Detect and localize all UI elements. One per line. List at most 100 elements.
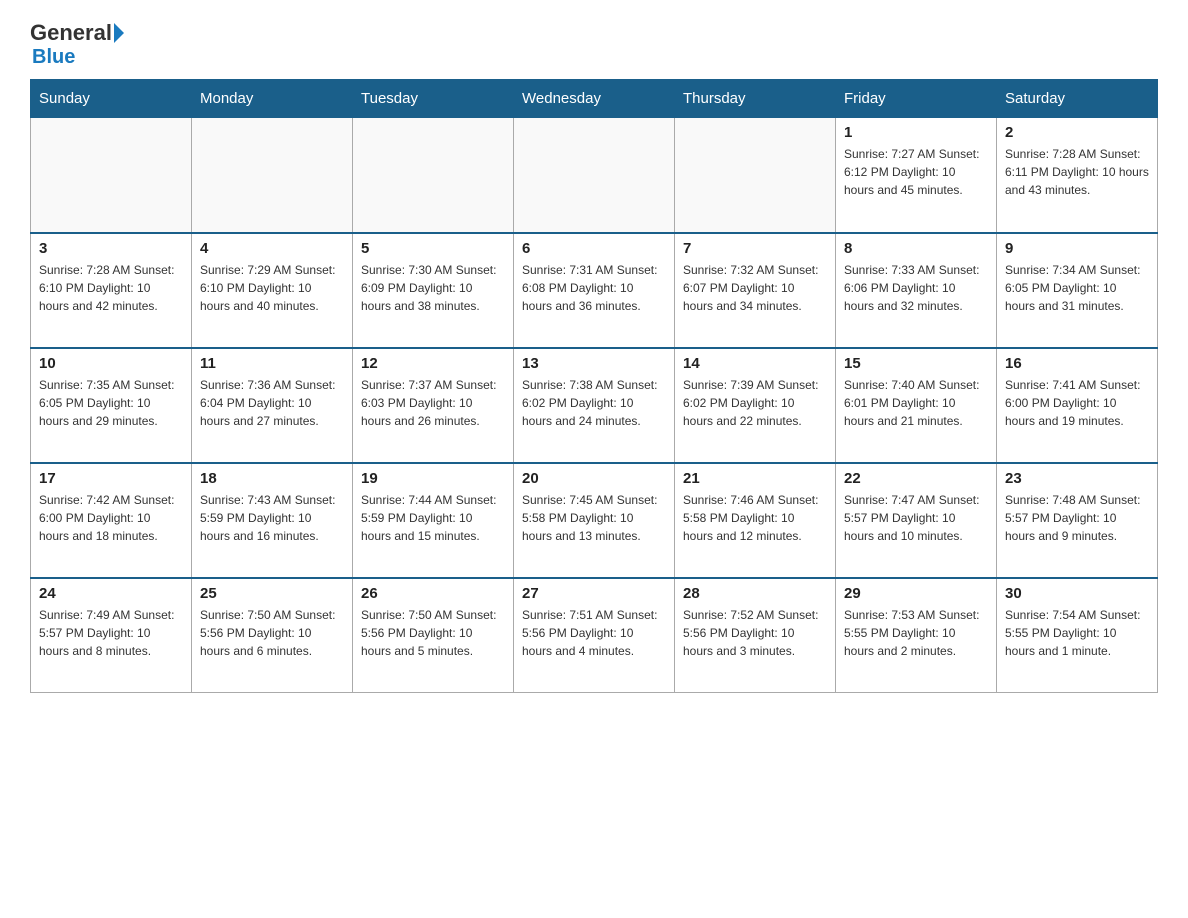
day-number: 16 — [1005, 355, 1149, 372]
day-info: Sunrise: 7:47 AM Sunset: 5:57 PM Dayligh… — [844, 491, 988, 545]
calendar-cell: 25 Sunrise: 7:50 AM Sunset: 5:56 PM Dayli… — [192, 578, 353, 693]
calendar-cell: 26Sunrise: 7:50 AM Sunset: 5:56 PM Dayli… — [353, 578, 514, 693]
calendar-cell: 22 Sunrise: 7:47 AM Sunset: 5:57 PM Dayli… — [836, 463, 997, 578]
day-info: Sunrise: 7:43 AM Sunset: 5:59 PM Dayligh… — [200, 491, 344, 545]
calendar-cell: 10 Sunrise: 7:35 AM Sunset: 6:05 PM Dayli… — [31, 348, 192, 463]
calendar-week-row: 17Sunrise: 7:42 AM Sunset: 6:00 PM Dayli… — [31, 463, 1158, 578]
calendar-cell: 29 Sunrise: 7:53 AM Sunset: 5:55 PM Dayli… — [836, 578, 997, 693]
calendar-cell: 27Sunrise: 7:51 AM Sunset: 5:56 PM Dayli… — [514, 578, 675, 693]
page-header: General Blue — [30, 20, 1158, 69]
logo-general: General — [30, 20, 112, 46]
logo-blue: Blue — [32, 46, 75, 69]
day-number: 28 — [683, 585, 827, 602]
calendar-cell: 2 Sunrise: 7:28 AM Sunset: 6:11 PM Daylig… — [997, 118, 1158, 233]
calendar-cell: 17Sunrise: 7:42 AM Sunset: 6:00 PM Dayli… — [31, 463, 192, 578]
calendar-cell: 11 Sunrise: 7:36 AM Sunset: 6:04 PM Dayli… — [192, 348, 353, 463]
day-info: Sunrise: 7:45 AM Sunset: 5:58 PM Dayligh… — [522, 491, 666, 545]
calendar-week-row: 10 Sunrise: 7:35 AM Sunset: 6:05 PM Dayli… — [31, 348, 1158, 463]
day-number: 4 — [200, 240, 344, 257]
day-number: 9 — [1005, 240, 1149, 257]
day-number: 8 — [844, 240, 988, 257]
calendar-cell: 5 Sunrise: 7:30 AM Sunset: 6:09 PM Daylig… — [353, 233, 514, 348]
day-number: 15 — [844, 355, 988, 372]
calendar-cell: 7 Sunrise: 7:32 AM Sunset: 6:07 PM Daylig… — [675, 233, 836, 348]
day-number: 14 — [683, 355, 827, 372]
day-info: Sunrise: 7:49 AM Sunset: 5:57 PM Dayligh… — [39, 606, 183, 660]
day-info: Sunrise: 7:39 AM Sunset: 6:02 PM Dayligh… — [683, 376, 827, 430]
calendar-cell: 1Sunrise: 7:27 AM Sunset: 6:12 PM Daylig… — [836, 118, 997, 233]
day-number: 3 — [39, 240, 183, 257]
calendar-cell: 13 Sunrise: 7:38 AM Sunset: 6:02 PM Dayli… — [514, 348, 675, 463]
day-number: 13 — [522, 355, 666, 372]
weekday-header-monday: Monday — [192, 80, 353, 118]
day-number: 10 — [39, 355, 183, 372]
calendar-week-row: 3 Sunrise: 7:28 AM Sunset: 6:10 PM Daylig… — [31, 233, 1158, 348]
day-info: Sunrise: 7:48 AM Sunset: 5:57 PM Dayligh… — [1005, 491, 1149, 545]
day-info: Sunrise: 7:54 AM Sunset: 5:55 PM Dayligh… — [1005, 606, 1149, 660]
calendar-cell: 12Sunrise: 7:37 AM Sunset: 6:03 PM Dayli… — [353, 348, 514, 463]
calendar-cell: 23 Sunrise: 7:48 AM Sunset: 5:57 PM Dayli… — [997, 463, 1158, 578]
day-number: 24 — [39, 585, 183, 602]
day-info: Sunrise: 7:46 AM Sunset: 5:58 PM Dayligh… — [683, 491, 827, 545]
calendar-cell: 3 Sunrise: 7:28 AM Sunset: 6:10 PM Daylig… — [31, 233, 192, 348]
calendar-cell: 24 Sunrise: 7:49 AM Sunset: 5:57 PM Dayli… — [31, 578, 192, 693]
day-info: Sunrise: 7:29 AM Sunset: 6:10 PM Dayligh… — [200, 261, 344, 315]
day-number: 21 — [683, 470, 827, 487]
day-info: Sunrise: 7:30 AM Sunset: 6:09 PM Dayligh… — [361, 261, 505, 315]
day-number: 12 — [361, 355, 505, 372]
calendar-cell: 28 Sunrise: 7:52 AM Sunset: 5:56 PM Dayli… — [675, 578, 836, 693]
weekday-header-sunday: Sunday — [31, 80, 192, 118]
day-info: Sunrise: 7:35 AM Sunset: 6:05 PM Dayligh… — [39, 376, 183, 430]
day-info: Sunrise: 7:32 AM Sunset: 6:07 PM Dayligh… — [683, 261, 827, 315]
calendar-week-row: 1Sunrise: 7:27 AM Sunset: 6:12 PM Daylig… — [31, 118, 1158, 233]
day-info: Sunrise: 7:27 AM Sunset: 6:12 PM Dayligh… — [844, 145, 988, 199]
calendar-cell — [31, 118, 192, 233]
calendar-cell: 4 Sunrise: 7:29 AM Sunset: 6:10 PM Daylig… — [192, 233, 353, 348]
day-number: 30 — [1005, 585, 1149, 602]
day-info: Sunrise: 7:44 AM Sunset: 5:59 PM Dayligh… — [361, 491, 505, 545]
day-info: Sunrise: 7:31 AM Sunset: 6:08 PM Dayligh… — [522, 261, 666, 315]
calendar-cell: 16Sunrise: 7:41 AM Sunset: 6:00 PM Dayli… — [997, 348, 1158, 463]
calendar-cell — [192, 118, 353, 233]
day-number: 5 — [361, 240, 505, 257]
calendar-cell: 21 Sunrise: 7:46 AM Sunset: 5:58 PM Dayli… — [675, 463, 836, 578]
day-info: Sunrise: 7:40 AM Sunset: 6:01 PM Dayligh… — [844, 376, 988, 430]
day-number: 29 — [844, 585, 988, 602]
calendar-table: SundayMondayTuesdayWednesdayThursdayFrid… — [30, 79, 1158, 693]
weekday-header-tuesday: Tuesday — [353, 80, 514, 118]
day-number: 6 — [522, 240, 666, 257]
day-number: 19 — [361, 470, 505, 487]
weekday-header-thursday: Thursday — [675, 80, 836, 118]
day-info: Sunrise: 7:38 AM Sunset: 6:02 PM Dayligh… — [522, 376, 666, 430]
calendar-cell: 19 Sunrise: 7:44 AM Sunset: 5:59 PM Dayli… — [353, 463, 514, 578]
day-info: Sunrise: 7:28 AM Sunset: 6:10 PM Dayligh… — [39, 261, 183, 315]
day-info: Sunrise: 7:50 AM Sunset: 5:56 PM Dayligh… — [200, 606, 344, 660]
calendar-cell — [353, 118, 514, 233]
day-number: 20 — [522, 470, 666, 487]
day-info: Sunrise: 7:53 AM Sunset: 5:55 PM Dayligh… — [844, 606, 988, 660]
day-info: Sunrise: 7:33 AM Sunset: 6:06 PM Dayligh… — [844, 261, 988, 315]
weekday-header-wednesday: Wednesday — [514, 80, 675, 118]
calendar-cell: 20 Sunrise: 7:45 AM Sunset: 5:58 PM Dayli… — [514, 463, 675, 578]
day-info: Sunrise: 7:36 AM Sunset: 6:04 PM Dayligh… — [200, 376, 344, 430]
day-info: Sunrise: 7:50 AM Sunset: 5:56 PM Dayligh… — [361, 606, 505, 660]
logo: General Blue — [30, 20, 124, 69]
calendar-cell: 15 Sunrise: 7:40 AM Sunset: 6:01 PM Dayli… — [836, 348, 997, 463]
day-number: 23 — [1005, 470, 1149, 487]
day-info: Sunrise: 7:28 AM Sunset: 6:11 PM Dayligh… — [1005, 145, 1149, 199]
day-number: 11 — [200, 355, 344, 372]
weekday-header-friday: Friday — [836, 80, 997, 118]
calendar-cell: 14 Sunrise: 7:39 AM Sunset: 6:02 PM Dayli… — [675, 348, 836, 463]
day-number: 2 — [1005, 124, 1149, 141]
calendar-cell — [675, 118, 836, 233]
calendar-cell: 30 Sunrise: 7:54 AM Sunset: 5:55 PM Dayli… — [997, 578, 1158, 693]
day-number: 7 — [683, 240, 827, 257]
weekday-header-saturday: Saturday — [997, 80, 1158, 118]
day-number: 22 — [844, 470, 988, 487]
day-number: 25 — [200, 585, 344, 602]
calendar-cell — [514, 118, 675, 233]
day-info: Sunrise: 7:52 AM Sunset: 5:56 PM Dayligh… — [683, 606, 827, 660]
day-number: 17 — [39, 470, 183, 487]
day-info: Sunrise: 7:34 AM Sunset: 6:05 PM Dayligh… — [1005, 261, 1149, 315]
calendar-cell: 8 Sunrise: 7:33 AM Sunset: 6:06 PM Daylig… — [836, 233, 997, 348]
